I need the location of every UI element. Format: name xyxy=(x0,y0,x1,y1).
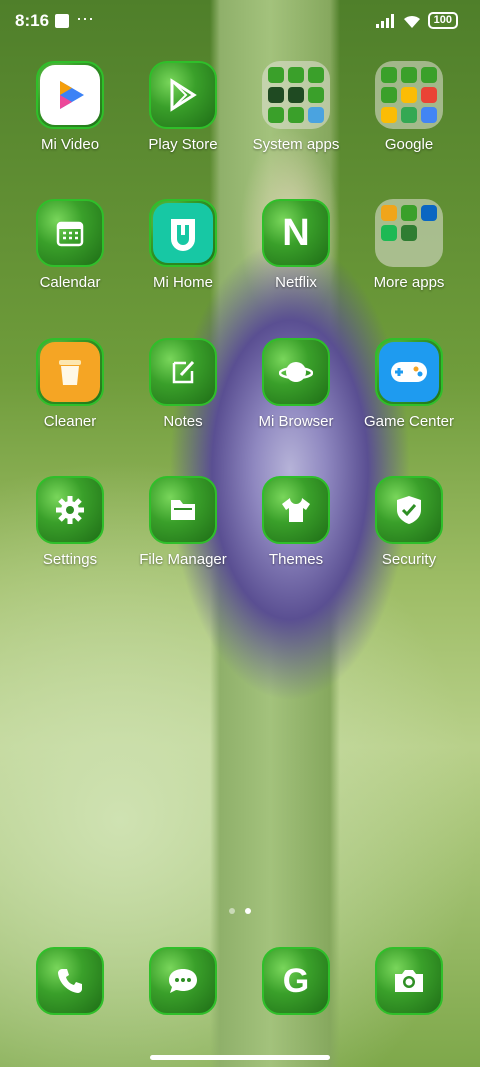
signal-icon xyxy=(375,13,394,28)
app-label: Notes xyxy=(163,413,203,430)
app-label: Mi Browser xyxy=(258,413,334,430)
gesture-home-bar[interactable] xyxy=(150,1055,330,1060)
page-dot-active xyxy=(245,908,251,914)
app-mi-video[interactable]: Mi Video xyxy=(14,61,126,153)
app-label: Security xyxy=(381,551,437,568)
app-mi-home[interactable]: Mi Home xyxy=(127,199,239,291)
status-time: 8:16 xyxy=(15,11,50,30)
gear-icon xyxy=(36,476,104,544)
folder-icon xyxy=(262,61,330,129)
app-label: Play Store xyxy=(148,136,218,153)
folder-google[interactable]: Google xyxy=(353,61,465,153)
page-dot xyxy=(229,908,235,914)
battery-indicator: 100 xyxy=(427,12,458,29)
messages-icon xyxy=(149,947,217,1015)
app-label: Netflix xyxy=(275,274,317,291)
play-store-icon xyxy=(149,61,217,129)
folder-icon xyxy=(375,61,443,129)
folder-label: System apps xyxy=(252,136,340,153)
google-letter: G xyxy=(282,961,310,1000)
mi-video-icon xyxy=(36,61,104,129)
app-game-center[interactable]: Game Center xyxy=(353,338,465,430)
app-label: Cleaner xyxy=(43,413,97,430)
app-label: Themes xyxy=(268,551,324,568)
cleaner-icon xyxy=(36,338,104,406)
google-icon: G xyxy=(262,947,330,1015)
app-netflix[interactable]: N Netflix xyxy=(240,199,352,291)
app-label: Settings xyxy=(42,551,98,568)
dock-google[interactable]: G xyxy=(240,947,352,1015)
browser-planet-icon xyxy=(262,338,330,406)
app-label: File Manager xyxy=(139,551,227,568)
app-settings[interactable]: Settings xyxy=(14,476,126,568)
app-label: Game Center xyxy=(363,413,455,430)
calendar-icon xyxy=(36,199,104,267)
wifi-icon xyxy=(403,15,420,28)
app-file-manager[interactable]: File Manager xyxy=(127,476,239,568)
tshirt-icon xyxy=(262,476,330,544)
phone-icon xyxy=(36,947,104,1015)
app-notes[interactable]: Notes xyxy=(127,338,239,430)
app-play-store[interactable]: Play Store xyxy=(127,61,239,153)
status-bar: 8:16 ⋯ 100 xyxy=(0,0,480,44)
folder-label: Google xyxy=(384,136,434,153)
folder-file-icon xyxy=(149,476,217,544)
app-themes[interactable]: Themes xyxy=(240,476,352,568)
notes-icon xyxy=(149,338,217,406)
app-mi-browser[interactable]: Mi Browser xyxy=(240,338,352,430)
folder-label: More apps xyxy=(373,274,445,291)
page-indicator xyxy=(0,908,480,914)
app-calendar[interactable]: Calendar xyxy=(14,199,126,291)
netflix-icon: N xyxy=(262,199,330,267)
more-notifications-icon: ⋯ xyxy=(76,9,95,29)
app-cleaner[interactable]: Cleaner xyxy=(14,338,126,430)
dock-phone[interactable] xyxy=(14,947,126,1015)
game-center-icon xyxy=(375,338,443,406)
folder-system-apps[interactable]: System apps xyxy=(240,61,352,153)
app-security[interactable]: Security xyxy=(353,476,465,568)
app-label: Calendar xyxy=(39,274,101,291)
netflix-letter: N xyxy=(282,211,310,254)
app-label: Mi Home xyxy=(152,274,213,291)
shield-icon xyxy=(375,476,443,544)
folder-icon xyxy=(375,199,443,267)
notification-icon xyxy=(55,14,69,28)
dock-messages[interactable] xyxy=(127,947,239,1015)
folder-more-apps[interactable]: More apps xyxy=(353,199,465,291)
mi-home-icon xyxy=(149,199,217,267)
dock-camera[interactable] xyxy=(353,947,465,1015)
camera-icon xyxy=(375,947,443,1015)
app-label: Mi Video xyxy=(40,136,100,153)
